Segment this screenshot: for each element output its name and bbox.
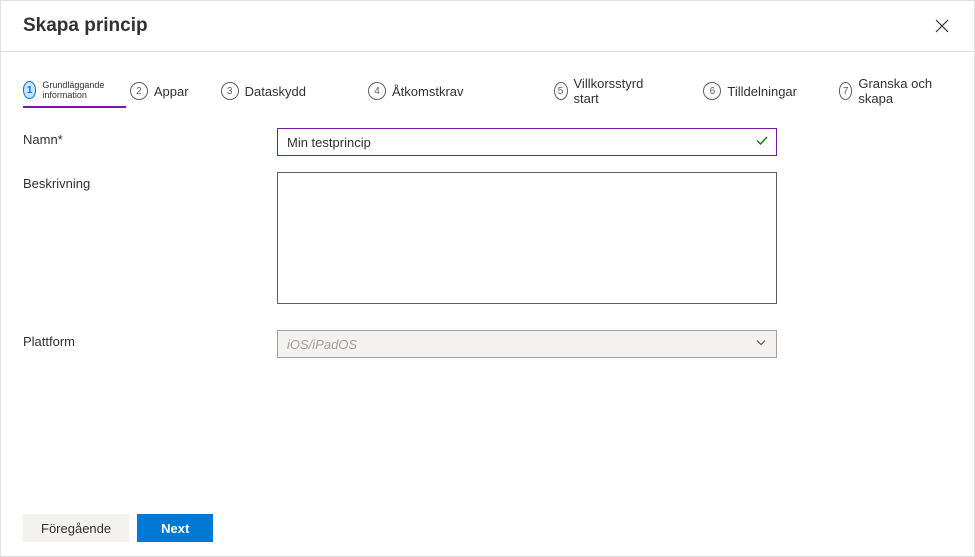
platform-value: iOS/iPadOS [287,337,357,352]
chevron-down-icon [755,337,767,352]
step-number: 6 [703,82,721,100]
name-input-wrap [277,128,777,156]
step-label: Grundläggande information [42,80,120,100]
platform-select-wrap: iOS/iPadOS [277,330,777,358]
step-review-create[interactable]: 7 Granska och skapa [839,70,952,112]
step-number: 1 [23,81,36,99]
wizard-stepper: 1 Grundläggande information 2 Appar 3 Da… [23,70,952,112]
description-textarea[interactable] [277,172,777,304]
step-number: 3 [221,82,239,100]
close-icon [935,19,949,33]
step-label: Åtkomstkrav [392,84,464,99]
step-access-requirements[interactable]: 4 Åtkomstkrav [368,76,478,106]
next-button[interactable]: Next [137,514,213,542]
form-row-description: Beskrivning [23,172,952,304]
panel-header: Skapa princip [1,1,974,52]
step-conditional-launch[interactable]: 5 Villkorsstyrd start [554,70,662,112]
step-label: Granska och skapa [858,76,938,106]
name-input[interactable] [277,128,777,156]
platform-label: Plattform [23,330,277,349]
close-button[interactable] [932,16,952,36]
step-number: 7 [839,82,852,100]
step-label: Dataskydd [245,84,306,99]
validation-check-icon [755,134,769,151]
step-label: Villkorsstyrd start [574,76,648,106]
form-row-name: Namn* [23,128,952,156]
form-row-platform: Plattform iOS/iPadOS [23,330,952,358]
step-data-protection[interactable]: 3 Dataskydd [221,76,320,106]
name-label: Namn* [23,128,277,147]
step-assignments[interactable]: 6 Tilldelningar [703,76,811,106]
step-number: 2 [130,82,148,100]
step-number: 5 [554,82,568,100]
platform-select[interactable]: iOS/iPadOS [277,330,777,358]
step-label: Appar [154,84,189,99]
step-label: Tilldelningar [727,84,797,99]
step-basic-info[interactable]: 1 Grundläggande information [23,74,126,108]
step-apps[interactable]: 2 Appar [130,76,203,106]
step-number: 4 [368,82,386,100]
page-title: Skapa princip [23,15,148,37]
panel-content: 1 Grundläggande information 2 Appar 3 Da… [1,52,974,358]
description-label: Beskrivning [23,172,277,191]
previous-button[interactable]: Föregående [23,514,129,542]
panel-footer: Föregående Next [1,500,974,556]
